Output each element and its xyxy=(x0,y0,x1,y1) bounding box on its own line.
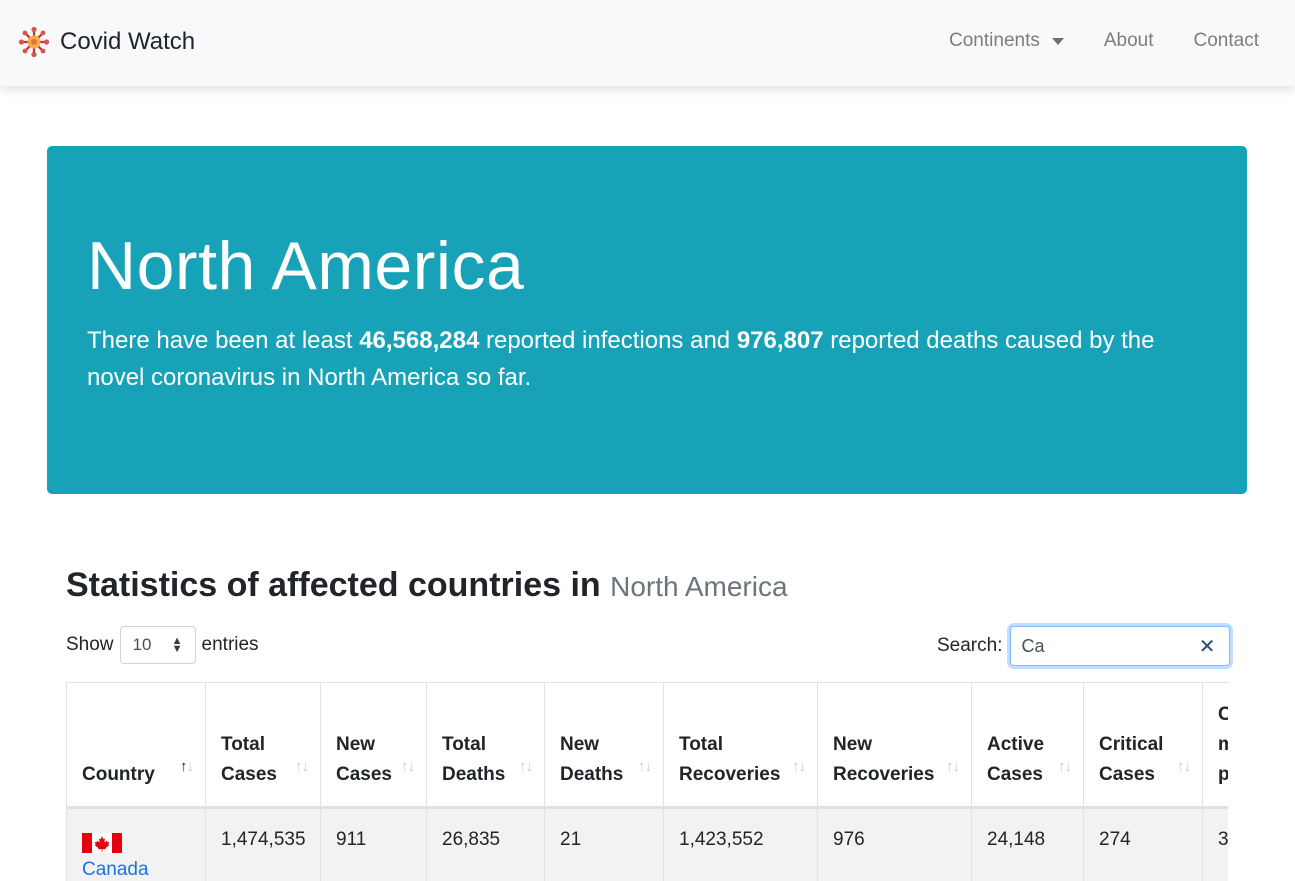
header-new-recoveries[interactable]: New Recoveries ↑↓ xyxy=(817,683,972,809)
stats-table: Country ↑↓ Total Cases ↑↓ New Cases ↑↓ T… xyxy=(66,683,1228,881)
search-input[interactable]: Ca ✕ xyxy=(1010,626,1231,666)
hero-lead: There have been at least 46,568,284 repo… xyxy=(87,322,1217,396)
brand-name: Covid Watch xyxy=(60,28,196,55)
sort-icon: ↑↓ xyxy=(792,757,806,775)
header-new-cases[interactable]: New Cases ↑↓ xyxy=(320,683,427,809)
country-link-canada[interactable]: Canada xyxy=(82,859,149,880)
show-label: Show xyxy=(66,634,114,655)
hero-lead-before: There have been at least xyxy=(87,327,360,354)
entries-label: entries xyxy=(201,634,259,655)
stats-table-wrap: Country ↑↓ Total Cases ↑↓ New Cases ↑↓ T… xyxy=(66,682,1228,881)
header-text: New xyxy=(833,733,873,755)
header-text: Country xyxy=(82,763,155,785)
cell-new-cases: 911 xyxy=(320,807,427,881)
header-text: Cases xyxy=(987,763,1043,785)
nav-contact[interactable]: Contact xyxy=(1174,28,1259,54)
sort-icon: ↑↓ xyxy=(1177,757,1191,775)
search-label: Search: xyxy=(937,635,1003,656)
header-text: New xyxy=(336,733,376,755)
header-text: m xyxy=(1218,734,1228,755)
close-icon[interactable]: ✕ xyxy=(1199,634,1216,659)
virus-icon xyxy=(18,26,50,58)
canada-flag-icon xyxy=(82,832,122,853)
cell-new-recoveries: 976 xyxy=(817,807,972,881)
header-total-recoveries[interactable]: Total Recoveries ↑↓ xyxy=(663,683,818,809)
header-text: Deaths xyxy=(560,763,624,785)
sort-icon: ↑↓ xyxy=(295,757,309,775)
header-text: Active xyxy=(987,733,1045,755)
nav-continents-dropdown[interactable]: Continents xyxy=(929,28,1084,54)
header-text: Cases xyxy=(221,763,277,785)
header-text: Total xyxy=(679,733,723,755)
header-text: Total xyxy=(221,733,265,755)
sort-icon: ↑↓ xyxy=(401,757,415,775)
header-text: Recoveries xyxy=(833,763,935,785)
stats-title: Statistics of affected countries in Nort… xyxy=(66,566,788,605)
cell-new-deaths: 21 xyxy=(544,807,664,881)
header-text: Deaths xyxy=(442,763,506,785)
cell-total-cases: 1,474,535 xyxy=(205,807,321,881)
table-row: Canada 1,474,535 911 26,835 21 1,423,552… xyxy=(66,807,1228,881)
nav-links: Continents About Contact xyxy=(929,28,1259,54)
sort-icon: ↑↓ xyxy=(519,757,533,775)
header-country[interactable]: Country ↑↓ xyxy=(66,683,206,809)
header-text: p xyxy=(1218,764,1228,785)
entries-select[interactable]: 10 ▲ ▼ xyxy=(119,626,196,664)
cell-cases-per-million: 3 xyxy=(1202,807,1228,881)
brand-link[interactable]: Covid Watch xyxy=(18,22,195,62)
search-wrap: Search: Ca ✕ xyxy=(937,626,1231,666)
nav-about[interactable]: About xyxy=(1084,28,1174,54)
sort-icon: ↑↓ xyxy=(638,757,652,775)
caret-down-icon xyxy=(1051,37,1064,45)
sort-icon: ↑↓ xyxy=(946,757,960,775)
sort-icon: ↑↓ xyxy=(1058,757,1072,775)
header-critical-cases[interactable]: Critical Cases ↑↓ xyxy=(1083,683,1203,809)
header-cases-per-million[interactable]: C m p xyxy=(1202,683,1228,809)
select-arrows-icon: ▲ ▼ xyxy=(171,635,183,655)
header-text: Recoveries xyxy=(679,763,781,785)
header-text: Critical xyxy=(1099,733,1164,755)
header-total-cases[interactable]: Total Cases ↑↓ xyxy=(205,683,321,809)
show-entries: Show 10 ▲ ▼ entries xyxy=(66,626,259,664)
stats-subtitle: North America xyxy=(610,571,788,602)
stats-title-text: Statistics of affected countries in xyxy=(66,566,601,604)
header-text: New xyxy=(560,733,600,755)
header-total-deaths[interactable]: Total Deaths ↑↓ xyxy=(426,683,545,809)
hero-deaths: 976,807 xyxy=(736,327,824,354)
hero-lead-mid: reported infections and xyxy=(479,327,737,354)
hero-jumbotron: North America There have been at least 4… xyxy=(47,146,1247,494)
header-new-deaths[interactable]: New Deaths ↑↓ xyxy=(544,683,664,809)
cell-total-deaths: 26,835 xyxy=(426,807,545,881)
sort-icon: ↑↓ xyxy=(180,757,194,775)
hero-infections: 46,568,284 xyxy=(359,327,480,354)
header-text: C xyxy=(1218,704,1228,725)
header-text: Total xyxy=(442,733,486,755)
header-text: Cases xyxy=(1099,763,1155,785)
hero-title: North America xyxy=(87,228,525,304)
cell-country: Canada xyxy=(66,807,206,881)
table-header-row: Country ↑↓ Total Cases ↑↓ New Cases ↑↓ T… xyxy=(66,683,1228,809)
cell-critical-cases: 274 xyxy=(1083,807,1203,881)
cell-active-cases: 24,148 xyxy=(971,807,1084,881)
header-text: Cases xyxy=(336,763,392,785)
navbar: Covid Watch Continents About Contact xyxy=(0,0,1295,86)
cell-total-recoveries: 1,423,552 xyxy=(663,807,818,881)
entries-value: 10 xyxy=(132,635,152,654)
nav-continents-label: Continents xyxy=(949,30,1040,51)
search-value: Ca xyxy=(1021,635,1045,656)
header-active-cases[interactable]: Active Cases ↑↓ xyxy=(971,683,1084,809)
